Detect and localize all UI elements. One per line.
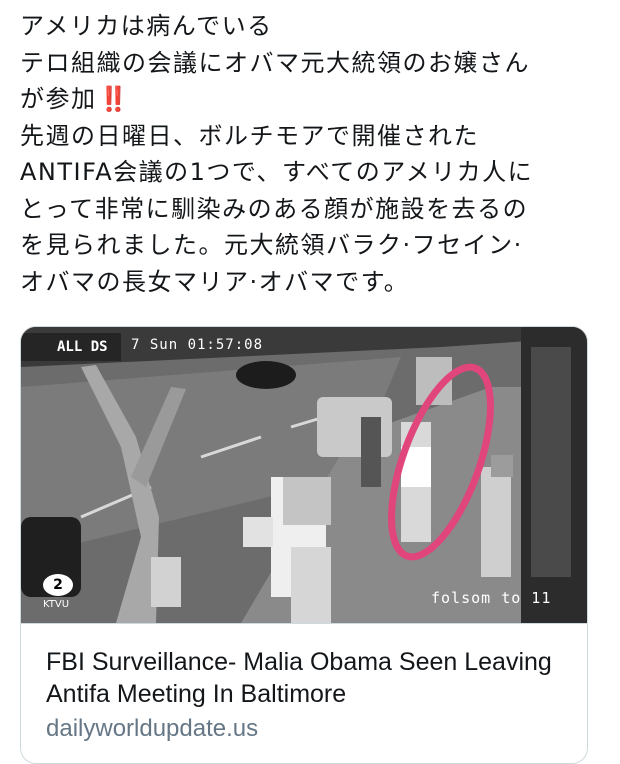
double-exclamation-emoji: ‼️ [98, 85, 129, 113]
link-preview-card[interactable]: ALL DS 7 Sun 01:57:08 folsom to 11 2 KTV… [20, 326, 588, 764]
timestamp-overlay: 7 Sun 01:57:08 [131, 337, 264, 353]
card-image[interactable]: ALL DS 7 Sun 01:57:08 folsom to 11 2 KTV… [21, 327, 587, 623]
channel-logo: ALL DS [57, 339, 108, 355]
station-label: KTVU [43, 599, 70, 610]
street-label-overlay: folsom to 11 [431, 589, 552, 607]
tweet-line: を見られました。元大統領バラク·フセイン· [20, 231, 523, 259]
tweet-line: テロ組織の会議にオバマ元大統領のお嬢さん [20, 48, 530, 77]
tweet-line-text: が参加 [20, 85, 97, 113]
card-domain: dailyworldupdate.us [46, 715, 259, 742]
tweet-line-with-emoji: が参加‼️ [20, 81, 610, 118]
tweet-text: アメリカは病んでいる テロ組織の会議にオバマ元大統領のお嬢さん が参加‼️ 先週… [20, 8, 610, 300]
tweet-line: とって非常に馴染みのある顔が施設を去るの [20, 194, 529, 223]
tweet-line: アメリカは病んでいる [20, 12, 273, 40]
tweet-line: ANTIFA会議の1つで、すべてのアメリカ人に [20, 158, 534, 186]
card-body[interactable]: FBI Surveillance- Malia Obama Seen Leavi… [21, 623, 587, 763]
tweet-line: 先週の日曜日、ボルチモアで開催された [20, 121, 479, 150]
station-logo-icon: 2 [43, 574, 73, 596]
tweet-line: オバマの長女マリア·オバマです。 [20, 267, 410, 296]
surveillance-photo [21, 327, 587, 623]
card-title[interactable]: FBI Surveillance- Malia Obama Seen Leavi… [46, 646, 576, 710]
